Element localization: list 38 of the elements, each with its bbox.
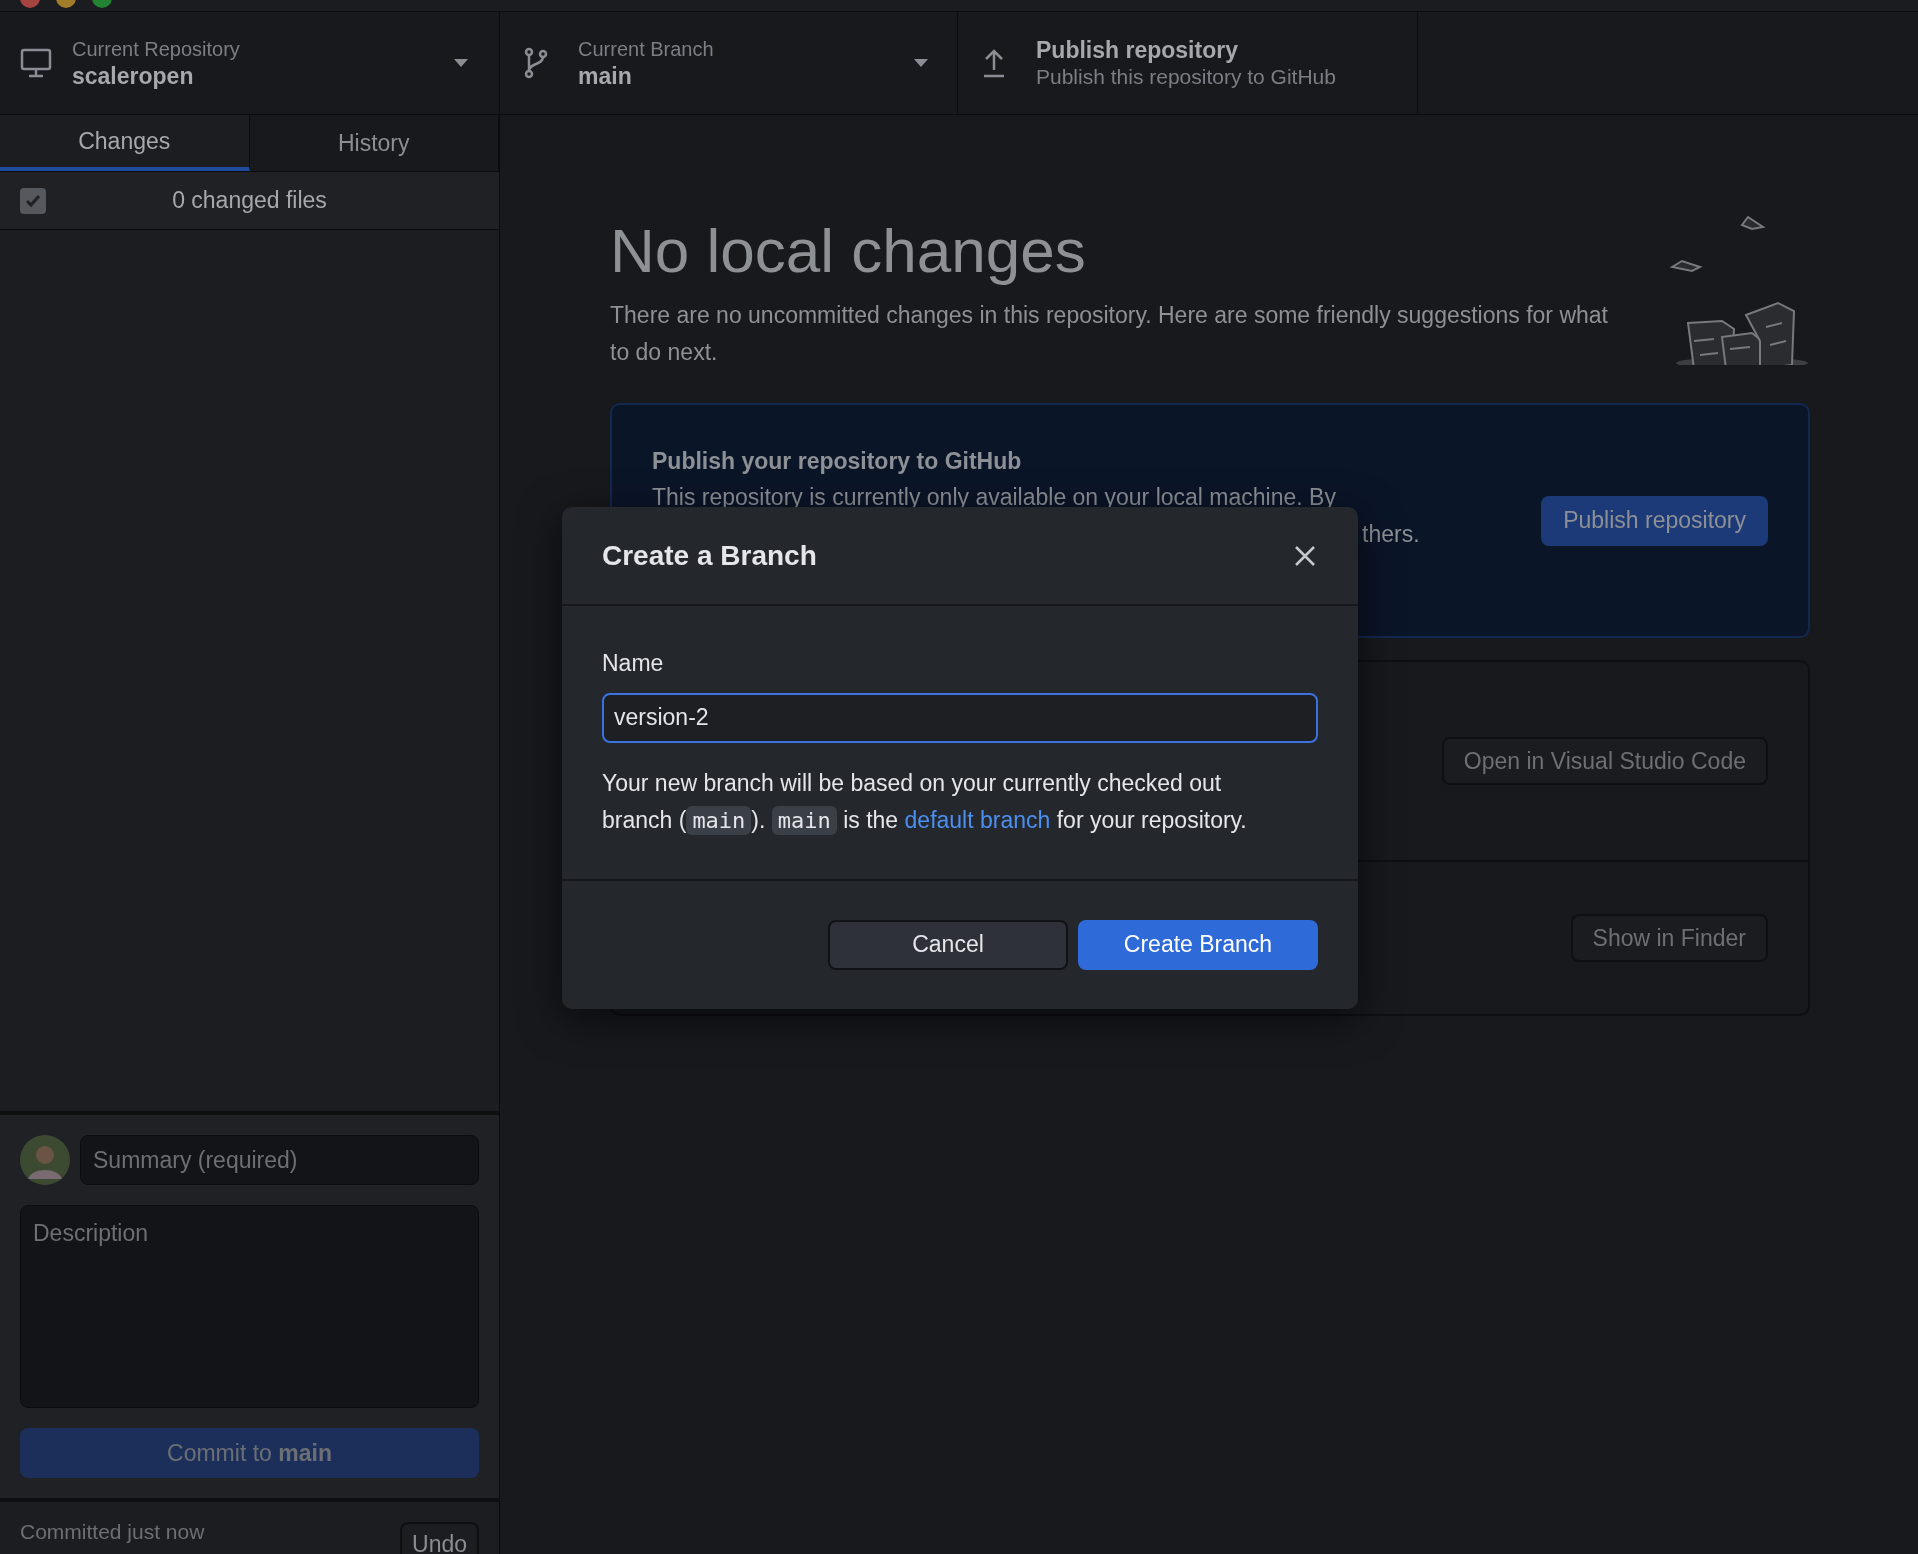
empty-state-title: No local changes [610, 215, 1087, 287]
publish-repository-button[interactable]: Publish repository [1541, 495, 1768, 546]
branch-name: main [578, 62, 633, 90]
sidebar-tab[interactable]: Changes [0, 115, 250, 171]
repository-selector[interactable]: Current Repository scaleropen [0, 12, 500, 114]
window-control-icon[interactable] [20, 0, 40, 8]
name-label: Name [602, 649, 664, 678]
last-commit-time: Committed just now [20, 1519, 205, 1545]
monitor-icon [20, 48, 52, 78]
cancel-button[interactable]: Cancel [828, 919, 1068, 970]
branch-icon [524, 47, 548, 79]
upload-icon [982, 48, 1006, 78]
select-all-checkbox[interactable] [20, 187, 46, 214]
repository-label: Current Repository [72, 37, 241, 62]
publish-card-text: thers. [1362, 520, 1420, 549]
empty-state-description: There are no uncommitted changes in this repository. Here are some friendly suggestions for what to do next. [610, 301, 1609, 367]
action-button[interactable]: Open in Visual Studio Code [1441, 737, 1768, 785]
branch-note: Your new branch will be based on your currently checked out branch ( main ). main is the default branch for your repository. [602, 768, 1248, 837]
publish-card-title: Publish your repository to GitHub [652, 447, 1023, 476]
caret-icon [913, 58, 929, 68]
window-control-icon[interactable] [92, 0, 112, 8]
avatar [20, 1135, 70, 1185]
default-branch-link[interactable]: default branch [904, 806, 1051, 833]
action-button[interactable]: Show in Finder [1570, 914, 1768, 962]
publish-toolbar-button[interactable]: Publish repository Publish this repository to GitHub [958, 12, 1418, 114]
publish-title: Publish repository [1036, 36, 1239, 64]
repository-name: scaleropen [72, 62, 195, 90]
branch-name-field[interactable]: version-2 [602, 692, 1318, 743]
window-control-icon[interactable] [56, 0, 76, 8]
publish-subtitle: Publish this repository to GitHub [1036, 64, 1336, 90]
changed-files-count: 0 changed files [171, 186, 328, 216]
branch-label: Current Branch [578, 37, 715, 62]
create-branch-button[interactable]: Create Branch [1078, 919, 1318, 970]
undo-button[interactable]: Undo [400, 1522, 479, 1554]
branch-selector[interactable]: Current Branch main [500, 12, 958, 114]
dialog-title: Create a Branch [602, 538, 817, 573]
caret-icon [453, 58, 469, 68]
sidebar-tab[interactable]: History [249, 115, 499, 171]
